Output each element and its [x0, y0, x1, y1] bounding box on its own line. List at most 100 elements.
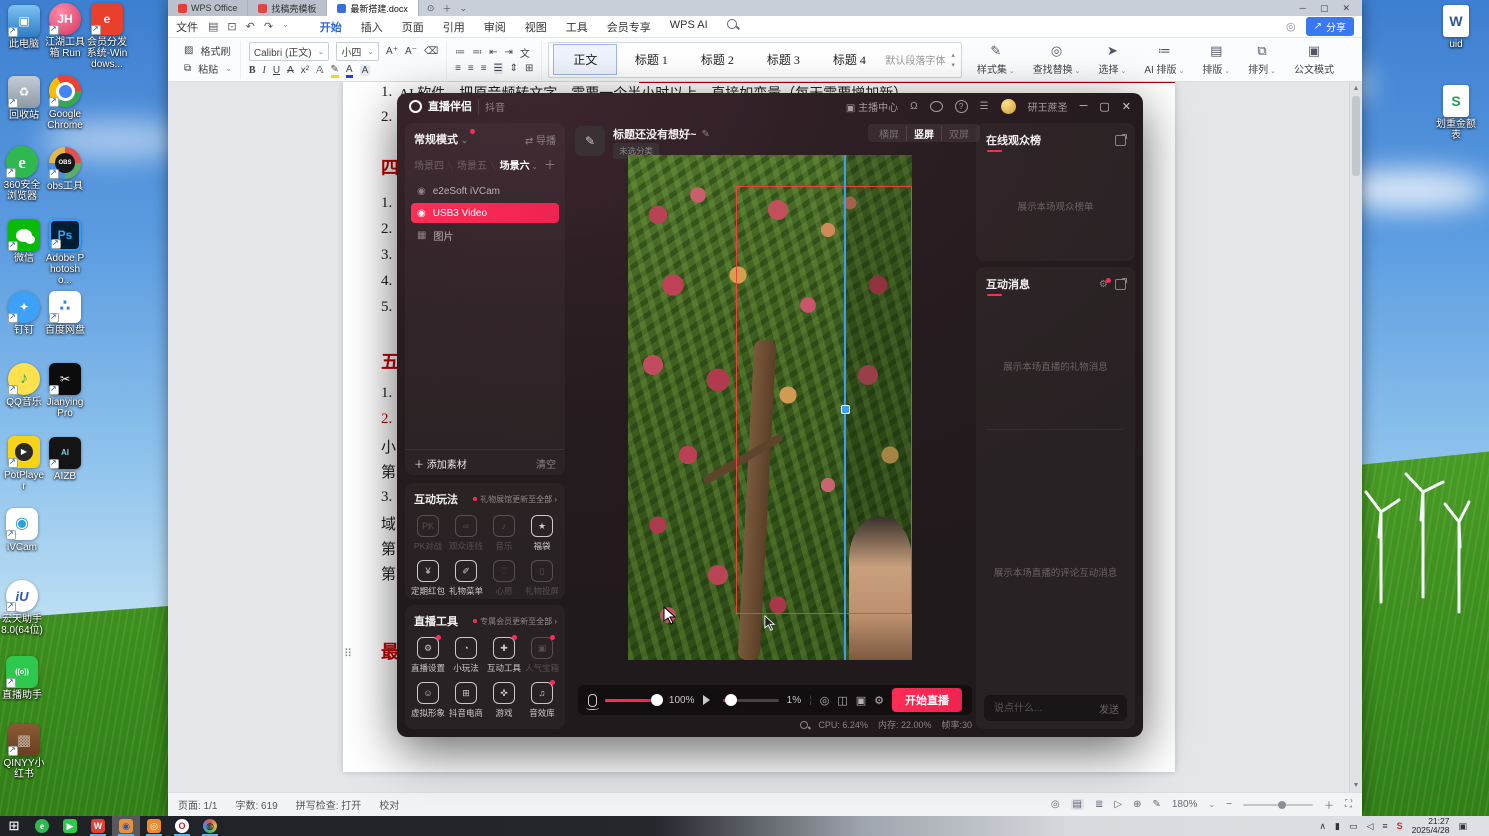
- scroll-down-arrow-icon[interactable]: ▼: [1350, 782, 1362, 789]
- superscript-icon[interactable]: x²: [301, 65, 309, 76]
- desktop-icon[interactable]: ♪ QQ音乐: [3, 363, 45, 408]
- search-menu-icon[interactable]: [726, 17, 738, 37]
- grow-font-icon[interactable]: A⁺: [386, 46, 398, 57]
- avatar[interactable]: [1000, 98, 1016, 114]
- menu-item[interactable]: 会员专享: [606, 17, 652, 37]
- desktop-icon[interactable]: e 360安全浏览器: [1, 146, 43, 202]
- zoom-slider-knob[interactable]: [1278, 800, 1286, 809]
- style-preset[interactable]: 标题 2: [685, 44, 749, 75]
- desktop-icon[interactable]: AI AIZB: [44, 437, 86, 482]
- wps-document-tab[interactable]: WPS Office: [168, 0, 249, 16]
- edit-title-icon[interactable]: ✎: [575, 126, 605, 156]
- spellcheck-status[interactable]: 拼写检查: 打开: [296, 797, 362, 812]
- stream-title[interactable]: 标题还没有想好~ ✎: [613, 126, 710, 142]
- minimize-button[interactable]: ─: [1080, 100, 1088, 112]
- menu-item[interactable]: 开始: [319, 17, 343, 40]
- add-material-button[interactable]: ＋ 添加素材: [414, 456, 467, 471]
- align-left-icon[interactable]: ≡: [455, 63, 461, 74]
- feature-item[interactable]: ¥ 定期红包: [409, 556, 447, 601]
- more-chevron-icon[interactable]: ⌄: [282, 20, 289, 33]
- format-painter-icon[interactable]: ▨: [184, 45, 193, 56]
- help-icon[interactable]: ?: [954, 99, 968, 113]
- scene-tab[interactable]: 场景四: [414, 157, 444, 172]
- scroll-up-icon[interactable]: ▴: [951, 51, 955, 59]
- feature-item[interactable]: ☺ 虚拟形象: [409, 678, 447, 723]
- mic-volume-slider[interactable]: [604, 694, 663, 706]
- paste-label[interactable]: 粘贴: [198, 61, 218, 76]
- line-spacing-icon[interactable]: ⇕: [510, 63, 518, 74]
- taskbar-app-button[interactable]: e: [28, 816, 56, 836]
- style-preset[interactable]: 标题 1: [619, 44, 683, 75]
- display-tray-icon[interactable]: ▭: [1349, 821, 1358, 832]
- paragraph-drag-handle-icon[interactable]: ⠿: [344, 647, 352, 660]
- eye-icon[interactable]: ◎: [1051, 799, 1060, 810]
- zoom-out-button[interactable]: −: [1226, 799, 1232, 810]
- popout-icon[interactable]: [1115, 277, 1127, 290]
- director-button[interactable]: ⇄ 导播: [525, 132, 556, 147]
- menu-item[interactable]: 页面: [401, 17, 425, 37]
- guide-handle[interactable]: [841, 405, 850, 414]
- add-scene-button[interactable]: ＋: [544, 156, 556, 173]
- taskbar-app-button[interactable]: ▶: [56, 816, 84, 836]
- feature-item[interactable]: ∞ 观众连线: [447, 511, 485, 556]
- desktop-icon[interactable]: ▣ 此电脑: [3, 5, 45, 50]
- maximize-button[interactable]: ▢: [1320, 3, 1329, 14]
- desktop-icon[interactable]: ♻ 回收站: [3, 76, 45, 121]
- feature-item[interactable]: ✐ 礼物菜单: [447, 556, 485, 601]
- number-list-icon[interactable]: ≕: [472, 47, 482, 58]
- scene-tab[interactable]: 场景六: [491, 157, 538, 172]
- feature-item[interactable]: ⚙ 直播设置: [409, 633, 447, 678]
- send-button[interactable]: 发送: [1099, 701, 1119, 716]
- ribbon-tool-button[interactable]: ➤ 选择: [1090, 43, 1136, 76]
- menu-item[interactable]: 视图: [524, 17, 548, 37]
- proofread-button[interactable]: 校对: [379, 797, 399, 812]
- undo-icon[interactable]: ↶: [246, 20, 255, 33]
- desktop-icon[interactable]: ∴ 百度网盘: [44, 291, 86, 336]
- clear-format-icon[interactable]: ⌫: [424, 46, 438, 57]
- style-preset[interactable]: 标题 3: [751, 44, 815, 75]
- desktop-icon[interactable]: Google Chrome: [44, 75, 86, 131]
- zoom-in-button[interactable]: ＋: [1324, 797, 1334, 812]
- fullscreen-icon[interactable]: ⛶: [1345, 799, 1352, 810]
- anchor-center-link[interactable]: ▣ 主播中心: [846, 99, 898, 114]
- slider-knob[interactable]: [724, 694, 737, 706]
- file-menu[interactable]: 文件: [176, 19, 198, 35]
- feature-item[interactable]: ✜ 游戏: [485, 678, 523, 723]
- feature-item[interactable]: PK PK对战: [409, 511, 447, 556]
- scroll-up-arrow-icon[interactable]: ▲: [1350, 82, 1362, 92]
- audience-rank-title[interactable]: 在线观众榜: [986, 132, 1041, 152]
- feature-item[interactable]: ♫ 音效库: [523, 678, 561, 723]
- clock[interactable]: 21:27 2025/4/28: [1412, 817, 1450, 835]
- zoom-slider[interactable]: [1243, 800, 1313, 809]
- ribbon-tool-button[interactable]: ◎ 查找替换: [1024, 43, 1090, 76]
- style-preset[interactable]: 正文: [553, 44, 618, 75]
- chat-input[interactable]: [992, 701, 1099, 715]
- taskbar-app-button[interactable]: O: [168, 816, 196, 836]
- crop-rectangle[interactable]: [736, 186, 912, 614]
- shading-icon[interactable]: ⊞: [525, 63, 533, 74]
- close-button[interactable]: ✕: [1342, 3, 1350, 14]
- bullet-list-icon[interactable]: ≔: [455, 47, 465, 58]
- document-scrollbar[interactable]: ▲ ▼: [1349, 82, 1362, 792]
- speaker-icon[interactable]: [702, 695, 715, 705]
- mirror-flip-icon[interactable]: ◫: [837, 694, 847, 707]
- feature-item[interactable]: ▣ 人气宝箱: [523, 633, 561, 678]
- account-icon[interactable]: ◎: [1286, 20, 1296, 33]
- messages-title[interactable]: 互动消息: [986, 276, 1030, 296]
- justify-icon[interactable]: ☰: [493, 63, 503, 74]
- start-live-button[interactable]: 开始直播: [892, 688, 962, 712]
- text-direction-icon[interactable]: 文: [520, 45, 530, 60]
- desktop-icon[interactable]: ((o)) 直播助手: [1, 656, 43, 701]
- minimize-button[interactable]: ─: [1300, 3, 1306, 13]
- underline-icon[interactable]: U: [273, 65, 280, 76]
- scrollbar-thumb[interactable]: [1352, 96, 1360, 176]
- input-method-icon[interactable]: ≡: [1382, 821, 1387, 831]
- char-shading-icon[interactable]: A: [359, 65, 371, 76]
- feature-item[interactable]: ◔ 小玩法: [447, 633, 485, 678]
- play-view-icon[interactable]: ▷: [1114, 799, 1122, 810]
- style-preset[interactable]: 标题 4: [817, 44, 881, 75]
- menu-item[interactable]: 审阅: [483, 17, 507, 37]
- clear-button[interactable]: 清空: [536, 456, 556, 471]
- menu-icon[interactable]: ☰: [980, 101, 989, 112]
- desktop-icon[interactable]: ◉ iVCam: [1, 508, 43, 553]
